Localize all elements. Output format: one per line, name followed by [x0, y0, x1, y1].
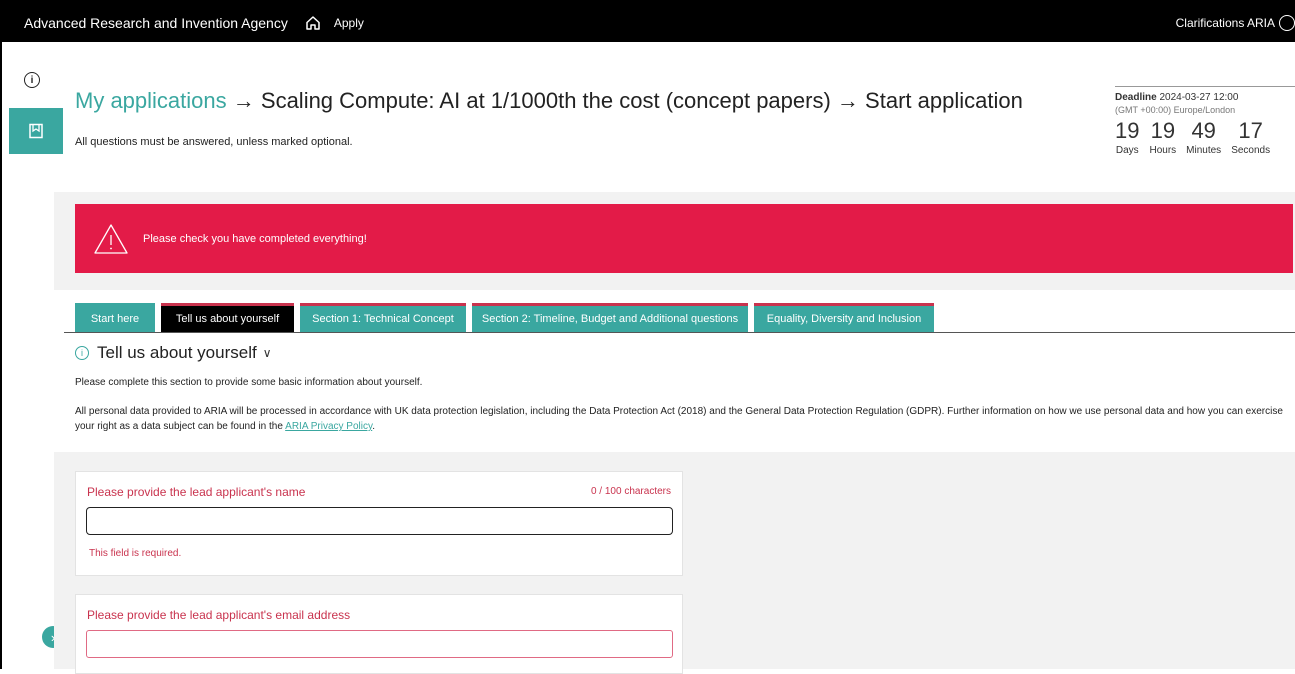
error-alert: Please check you have completed everythi…: [75, 204, 1293, 273]
question-card: Please provide the lead applicant's emai…: [75, 594, 683, 674]
home-icon[interactable]: [304, 14, 322, 32]
lead-applicant-email-input[interactable]: [86, 630, 673, 658]
breadcrumb: My applications → Scaling Compute: AI at…: [75, 88, 1023, 114]
breadcrumb-separator: →: [232, 88, 255, 113]
countdown-value: 19: [1150, 118, 1176, 143]
countdown-minutes: 49 Minutes: [1186, 118, 1222, 157]
countdown-seconds: 17 Seconds: [1231, 118, 1271, 157]
globe-icon[interactable]: [1279, 15, 1295, 31]
tab-timeline-budget[interactable]: Section 2: Timeline, Budget and Addition…: [472, 303, 748, 332]
countdown-days: 19 Days: [1115, 118, 1140, 157]
alert-message: Please check you have completed everythi…: [143, 232, 367, 245]
breadcrumb-current: Start application: [865, 88, 1023, 113]
countdown-value: 19: [1115, 118, 1140, 143]
field-error: This field is required.: [89, 548, 182, 559]
chevron-down-icon: ∨: [262, 346, 272, 360]
countdown-value: 17: [1238, 118, 1263, 143]
lead-applicant-name-input[interactable]: [86, 507, 673, 535]
tab-divider: [64, 332, 1295, 333]
tab-tell-us-about-yourself[interactable]: Tell us about yourself: [161, 303, 294, 332]
countdown-unit: Days: [1115, 145, 1139, 156]
section-title: Tell us about yourself: [97, 343, 257, 362]
countdown-value: 49: [1191, 118, 1216, 143]
countdown-unit: Minutes: [1186, 145, 1222, 156]
clarifications-link[interactable]: Clarifications ARIA: [1176, 16, 1275, 30]
warning-icon: [94, 223, 128, 254]
name-question-label: Please provide the lead applicant's name: [87, 485, 306, 499]
countdown-hours: 19 Hours: [1149, 118, 1177, 157]
privacy-text: All personal data provided to ARIA will …: [75, 406, 1283, 432]
info-icon: i: [75, 346, 89, 360]
info-icon[interactable]: i: [24, 72, 40, 88]
bookmark-button[interactable]: [9, 108, 63, 154]
character-counter: 0 / 100 characters: [590, 486, 671, 497]
countdown-unit: Hours: [1149, 145, 1177, 156]
privacy-policy-link[interactable]: ARIA Privacy Policy: [285, 421, 372, 432]
breadcrumb-separator: →: [836, 88, 859, 113]
countdown-unit: Seconds: [1231, 145, 1271, 156]
top-navbar: Advanced Research and Invention Agency A…: [0, 4, 1295, 42]
deadline-timezone: (GMT +00:00) Europe/London: [1115, 105, 1236, 115]
privacy-paragraph: All personal data provided to ARIA will …: [75, 404, 1290, 434]
required-note: All questions must be answered, unless m…: [75, 136, 353, 148]
apply-link[interactable]: Apply: [334, 16, 364, 30]
deadline-panel: Deadline 2024-03-27 12:00 (GMT +00:00) E…: [1115, 86, 1295, 156]
countdown: 19 Days 19 Hours 49 Minutes 17 Seconds: [1115, 118, 1295, 157]
section-heading[interactable]: i Tell us about yourself ∨: [75, 343, 272, 363]
agency-name[interactable]: Advanced Research and Invention Agency: [24, 15, 288, 31]
bookmark-icon: [29, 123, 43, 139]
question-card: Please provide the lead applicant's name…: [75, 471, 683, 576]
privacy-text-end: .: [372, 421, 375, 432]
breadcrumb-call[interactable]: Scaling Compute: AI at 1/1000th the cost…: [261, 88, 831, 113]
deadline-label: Deadline: [1115, 92, 1157, 103]
deadline-line: Deadline 2024-03-27 12:00: [1115, 92, 1295, 103]
section-intro: Please complete this section to provide …: [75, 377, 423, 388]
tab-equality-diversity[interactable]: Equality, Diversity and Inclusion: [754, 303, 934, 332]
email-question-label: Please provide the lead applicant's emai…: [87, 608, 351, 622]
section-tabs: Start here Tell us about yourself Sectio…: [75, 303, 940, 332]
breadcrumb-my-applications[interactable]: My applications: [75, 88, 227, 113]
tab-start-here[interactable]: Start here: [75, 303, 155, 332]
deadline-datetime: 2024-03-27 12:00: [1159, 92, 1239, 103]
tab-technical-concept[interactable]: Section 1: Technical Concept: [300, 303, 466, 332]
